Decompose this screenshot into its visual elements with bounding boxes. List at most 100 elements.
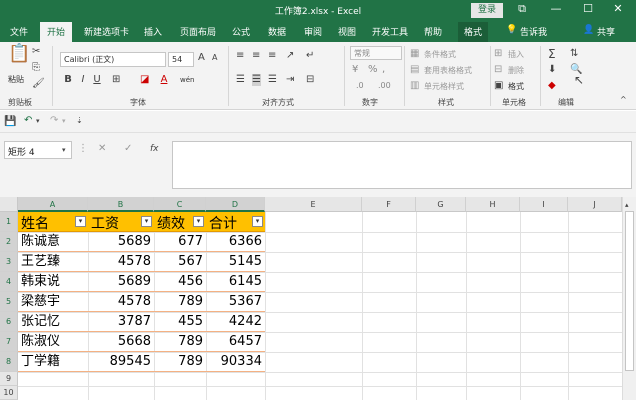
table-format-button[interactable]: 套用表格格式 — [424, 65, 472, 76]
filter-dropdown-icon[interactable]: ▾ — [252, 216, 263, 227]
table-cell[interactable]: 456 — [154, 272, 206, 292]
tab-page-layout[interactable]: 页面布局 — [180, 25, 216, 38]
increase-decimal-icon[interactable]: .0 — [356, 80, 364, 92]
table-cell[interactable]: 789 — [154, 332, 206, 352]
column-header-d[interactable]: D — [206, 197, 265, 212]
font-color-icon[interactable]: A — [158, 74, 170, 86]
currency-icon[interactable]: ¥ — [352, 64, 358, 76]
row-header-3[interactable]: 3 — [0, 252, 18, 272]
tab-new[interactable]: 新建选项卡 — [84, 25, 129, 38]
wrap-text-icon[interactable]: ↵ — [306, 50, 314, 62]
align-left-icon[interactable]: ☰ — [236, 74, 245, 86]
table-cell[interactable]: 陈淑仪 — [18, 332, 88, 352]
tab-format[interactable]: 格式 — [458, 22, 489, 42]
bold-button[interactable]: B — [62, 74, 74, 86]
format-cells-button[interactable]: 格式 — [508, 81, 524, 92]
column-header-f[interactable]: F — [362, 197, 416, 212]
cut-icon[interactable]: ✂ — [32, 46, 40, 58]
merge-icon[interactable]: ⊟ — [306, 74, 314, 86]
table-cell[interactable]: 张记忆 — [18, 312, 88, 332]
maximize-button[interactable]: ☐ — [578, 2, 598, 15]
insert-cells-button[interactable]: 插入 — [508, 49, 524, 60]
percent-button[interactable]: % — [368, 64, 378, 76]
cell-styles-button[interactable]: 单元格样式 — [424, 81, 464, 92]
table-cell[interactable]: 5367 — [206, 292, 265, 312]
italic-button[interactable]: I — [78, 74, 88, 86]
row-header-10[interactable]: 10 — [0, 386, 18, 400]
table-header-cell[interactable]: 合计 ▾ — [206, 212, 265, 232]
minimize-button[interactable]: — — [546, 2, 566, 15]
column-header-i[interactable]: I — [520, 197, 568, 212]
table-header-cell[interactable]: 工资 ▾ — [88, 212, 154, 232]
filter-dropdown-icon[interactable]: ▾ — [75, 216, 86, 227]
tab-data[interactable]: 数据 — [268, 25, 286, 38]
table-cell[interactable]: 90334 — [206, 352, 265, 372]
table-cell[interactable]: 789 — [154, 292, 206, 312]
orientation-icon[interactable]: ↗ — [286, 50, 294, 62]
row-header-6[interactable]: 6 — [0, 312, 18, 332]
customize-qat-icon[interactable]: ⇣ — [76, 115, 83, 127]
column-header-b[interactable]: B — [88, 197, 154, 212]
tell-me-search[interactable]: 告诉我 — [520, 25, 547, 38]
borders-icon[interactable]: ⊞ — [112, 74, 120, 86]
row-header-9[interactable]: 9 — [0, 372, 18, 386]
table-cell[interactable]: 5689 — [88, 232, 154, 252]
row-header-1[interactable]: 1 — [0, 212, 18, 232]
insert-function-button[interactable]: fx — [150, 143, 159, 155]
column-header-j[interactable]: J — [568, 197, 622, 212]
delete-cells-button[interactable]: 删除 — [508, 65, 524, 76]
table-cell[interactable]: 5668 — [88, 332, 154, 352]
paste-button[interactable]: 粘贴 — [8, 74, 24, 85]
tab-home[interactable]: 开始 — [40, 22, 73, 42]
select-all-corner[interactable] — [0, 197, 18, 212]
table-cell[interactable]: 677 — [154, 232, 206, 252]
row-header-7[interactable]: 7 — [0, 332, 18, 352]
font-name-select[interactable]: Calibri (正文) — [60, 52, 166, 67]
table-cell[interactable]: 4578 — [88, 292, 154, 312]
format-painter-icon[interactable]: 🖌 — [32, 78, 45, 90]
underline-button[interactable]: U — [92, 74, 102, 86]
column-header-g[interactable]: G — [416, 197, 466, 212]
align-middle-icon[interactable]: ≡ — [252, 50, 260, 62]
number-format-select[interactable]: 常规 — [350, 46, 402, 60]
column-header-c[interactable]: C — [154, 197, 206, 212]
name-box-dropdown-icon[interactable]: ▾ — [62, 144, 66, 156]
tab-view[interactable]: 视图 — [338, 25, 356, 38]
tab-review[interactable]: 审阅 — [304, 25, 322, 38]
tab-help[interactable]: 帮助 — [424, 25, 442, 38]
table-cell[interactable]: 韩束说 — [18, 272, 88, 292]
row-header-2[interactable]: 2 — [0, 232, 18, 252]
row-header-5[interactable]: 5 — [0, 292, 18, 312]
fill-icon[interactable]: ⬇ — [548, 64, 556, 76]
grow-font-icon[interactable]: A — [198, 52, 205, 64]
column-header-e[interactable]: E — [265, 197, 362, 212]
save-icon[interactable]: 💾 — [4, 116, 16, 128]
font-size-select[interactable]: 54 — [168, 52, 194, 67]
fill-color-icon[interactable]: ◪ — [140, 74, 149, 86]
table-cell[interactable]: 567 — [154, 252, 206, 272]
table-header-cell[interactable]: 绩效 ▾ — [154, 212, 206, 232]
table-cell[interactable]: 王艺臻 — [18, 252, 88, 272]
undo-icon[interactable]: ↶ — [24, 115, 32, 127]
table-cell[interactable]: 5145 — [206, 252, 265, 272]
table-cell[interactable]: 4578 — [88, 252, 154, 272]
decrease-decimal-icon[interactable]: .00 — [378, 80, 391, 92]
tab-file[interactable]: 文件 — [10, 25, 28, 38]
formula-input[interactable] — [172, 141, 632, 189]
table-cell[interactable]: 丁学籍 — [18, 352, 88, 372]
column-header-a[interactable]: A — [18, 197, 88, 212]
table-cell[interactable]: 5689 — [88, 272, 154, 292]
row-header-8[interactable]: 8 — [0, 352, 18, 372]
align-top-icon[interactable]: ≡ — [236, 50, 244, 62]
align-right-icon[interactable]: ☰ — [268, 74, 277, 86]
column-header-h[interactable]: H — [466, 197, 520, 212]
table-cell[interactable]: 89545 — [88, 352, 154, 372]
login-button[interactable]: 登录 — [471, 3, 503, 18]
row-header-4[interactable]: 4 — [0, 272, 18, 292]
filter-dropdown-icon[interactable]: ▾ — [141, 216, 152, 227]
indent-icon[interactable]: ⇥ — [286, 74, 294, 86]
table-cell[interactable]: 4242 — [206, 312, 265, 332]
align-bottom-icon[interactable]: ≡ — [268, 50, 276, 62]
scroll-thumb[interactable] — [625, 211, 634, 371]
comma-button[interactable]: , — [382, 64, 385, 76]
